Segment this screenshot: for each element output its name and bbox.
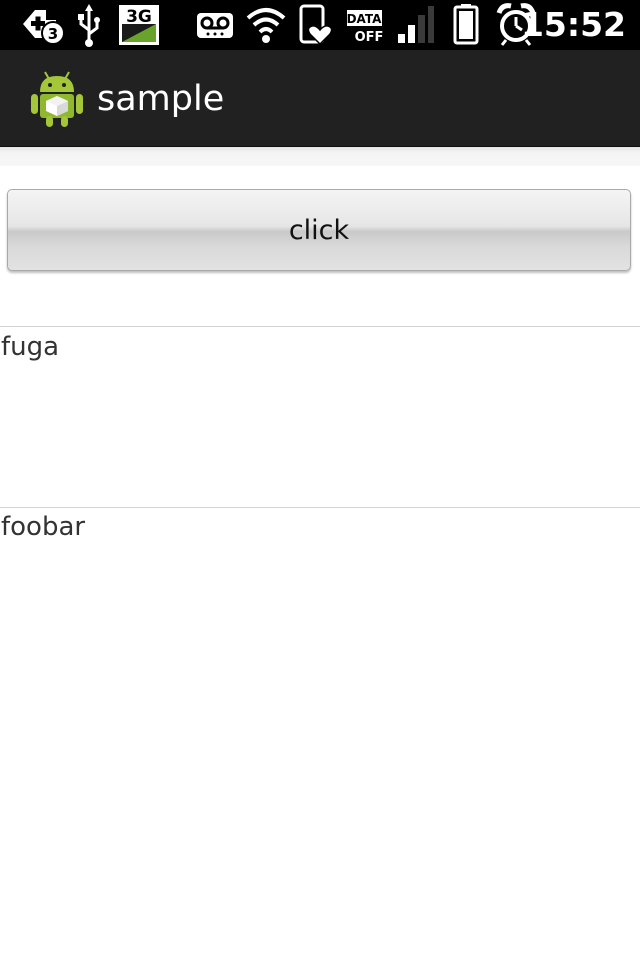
notification-badge-icon: 3 — [23, 10, 65, 45]
usb-icon — [78, 4, 100, 47]
divider — [0, 507, 640, 508]
signal-icon — [398, 6, 434, 43]
app-title: sample — [97, 79, 225, 119]
divider — [0, 326, 640, 327]
notification-count: 3 — [48, 25, 58, 43]
status-bar: 3 3G DATA OFF 15:52 — [0, 0, 640, 50]
phone-heart-icon — [299, 4, 333, 46]
status-time: 15:52 — [520, 5, 626, 44]
network-3g-icon: 3G — [119, 5, 159, 45]
voicemail-icon — [197, 13, 233, 38]
title-bar-shadow — [0, 147, 640, 166]
android-app-icon — [31, 71, 83, 127]
battery-icon — [453, 4, 479, 45]
data-off-icon: DATA OFF — [347, 10, 384, 45]
data-label-top: DATA — [347, 12, 383, 26]
list-item-foobar: foobar — [1, 512, 86, 542]
data-label-bottom: OFF — [355, 30, 384, 45]
title-bar: sample — [0, 50, 640, 147]
network-type-label: 3G — [126, 7, 152, 27]
list-item-fuga: fuga — [1, 332, 60, 362]
click-button[interactable]: click — [7, 189, 631, 271]
wifi-icon — [246, 8, 286, 43]
